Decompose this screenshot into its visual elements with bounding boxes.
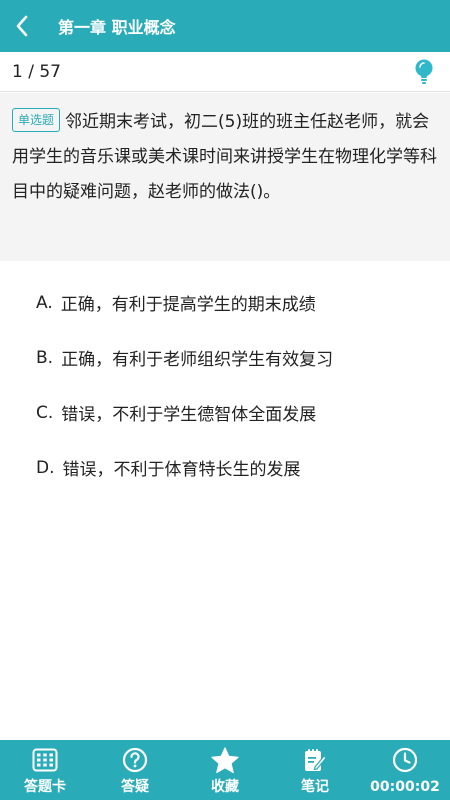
timer-button[interactable]: 00:00:02: [360, 740, 450, 800]
option-letter: C.: [36, 402, 54, 423]
question-type-badge: 单选题: [12, 108, 61, 132]
favorite-label: 收藏: [211, 779, 239, 795]
question-progress-row: 1 / 57: [0, 52, 450, 92]
qa-button[interactable]: 答疑: [90, 740, 180, 800]
question-counter: 1 / 57: [12, 61, 61, 82]
favorite-button[interactable]: 收藏: [180, 740, 270, 800]
notes-button[interactable]: 笔记: [270, 740, 360, 800]
option-text: 正确，有利于提高学生的期末成绩: [60, 295, 316, 315]
option-d[interactable]: D. 错误，不利于体育特长生的发展: [0, 440, 450, 495]
grid-card-icon: [32, 748, 58, 772]
option-letter: B.: [36, 347, 54, 368]
option-letter: A.: [36, 292, 53, 313]
option-c[interactable]: C. 错误，不利于学生德智体全面发展: [0, 385, 450, 440]
option-letter: D.: [36, 457, 55, 478]
option-text: 错误，不利于体育特长生的发展: [62, 460, 301, 480]
answer-sheet-label: 答题卡: [24, 779, 66, 795]
hint-button[interactable]: [410, 58, 438, 86]
clock-icon: [392, 747, 418, 773]
answer-sheet-button[interactable]: 答题卡: [0, 740, 90, 800]
lightbulb-icon: [415, 59, 433, 84]
bottom-toolbar: 答题卡 答疑 收藏 笔记 00:00:02: [0, 740, 450, 800]
question-text: 邻近期末考试，初二(5)班的班主任赵老师，就会用学生的音乐课或美术课时间来讲授学…: [12, 112, 437, 202]
note-edit-icon: [305, 749, 327, 771]
notes-label: 笔记: [301, 779, 329, 795]
page-title: 第一章 职业概念: [58, 18, 176, 37]
question-stem: 单选题 邻近期末考试，初二(5)班的班主任赵老师，就会用学生的音乐课或美术课时间来…: [0, 93, 450, 261]
top-app-bar: 第一章 职业概念: [0, 0, 450, 52]
question-circle-icon: [122, 747, 148, 773]
back-button[interactable]: [0, 0, 44, 52]
qa-label: 答疑: [121, 779, 149, 795]
timer-label: 00:00:02: [370, 779, 440, 795]
chevron-left-icon: [16, 15, 28, 37]
option-a[interactable]: A. 正确，有利于提高学生的期末成绩: [0, 275, 450, 330]
option-b[interactable]: B. 正确，有利于老师组织学生有效复习: [0, 330, 450, 385]
option-text: 正确，有利于老师组织学生有效复习: [61, 350, 334, 370]
answer-options: A. 正确，有利于提高学生的期末成绩 B. 正确，有利于老师组织学生有效复习 C…: [0, 275, 450, 495]
star-icon: [211, 746, 239, 773]
option-text: 错误，不利于学生德智体全面发展: [61, 405, 317, 425]
